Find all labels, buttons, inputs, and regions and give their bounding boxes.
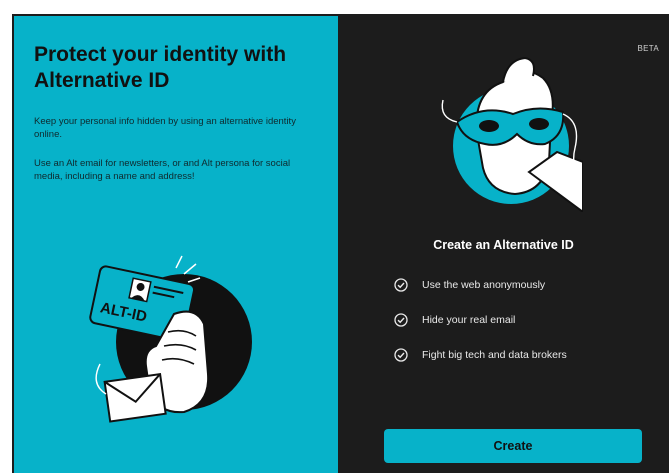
list-item: Hide your real email	[394, 311, 567, 329]
feature-label: Fight big tech and data brokers	[422, 349, 567, 361]
create-title: Create an Alternative ID	[433, 238, 574, 252]
masquerade-mask-illustration	[441, 56, 583, 212]
alternative-id-dialog: Protect your identity with Alternative I…	[12, 14, 669, 473]
intro-paragraph: Keep your personal info hidden by using …	[34, 116, 296, 140]
create-panel: BETA Create an Alternative ID Use the we…	[338, 16, 669, 473]
intro-panel: Protect your identity with Alternative I…	[14, 16, 338, 473]
check-circle-icon	[394, 278, 408, 292]
create-button[interactable]: Create	[384, 429, 642, 463]
headline: Protect your identity with Alternative I…	[34, 43, 287, 92]
check-circle-icon	[394, 348, 408, 362]
list-item: Use the web anonymously	[394, 276, 567, 294]
check-circle-icon	[394, 313, 408, 327]
usage-paragraph: Use an Alt email for newsletters, or and…	[34, 158, 291, 182]
feature-label: Use the web anonymously	[422, 279, 546, 291]
feature-label: Hide your real email	[422, 314, 516, 326]
beta-badge: BETA	[637, 44, 659, 53]
alt-id-card-hand-illustration: ALT-ID	[89, 255, 252, 423]
feature-list: Use the web anonymously Hide your real e…	[394, 276, 567, 381]
list-item: Fight big tech and data brokers	[394, 346, 567, 364]
